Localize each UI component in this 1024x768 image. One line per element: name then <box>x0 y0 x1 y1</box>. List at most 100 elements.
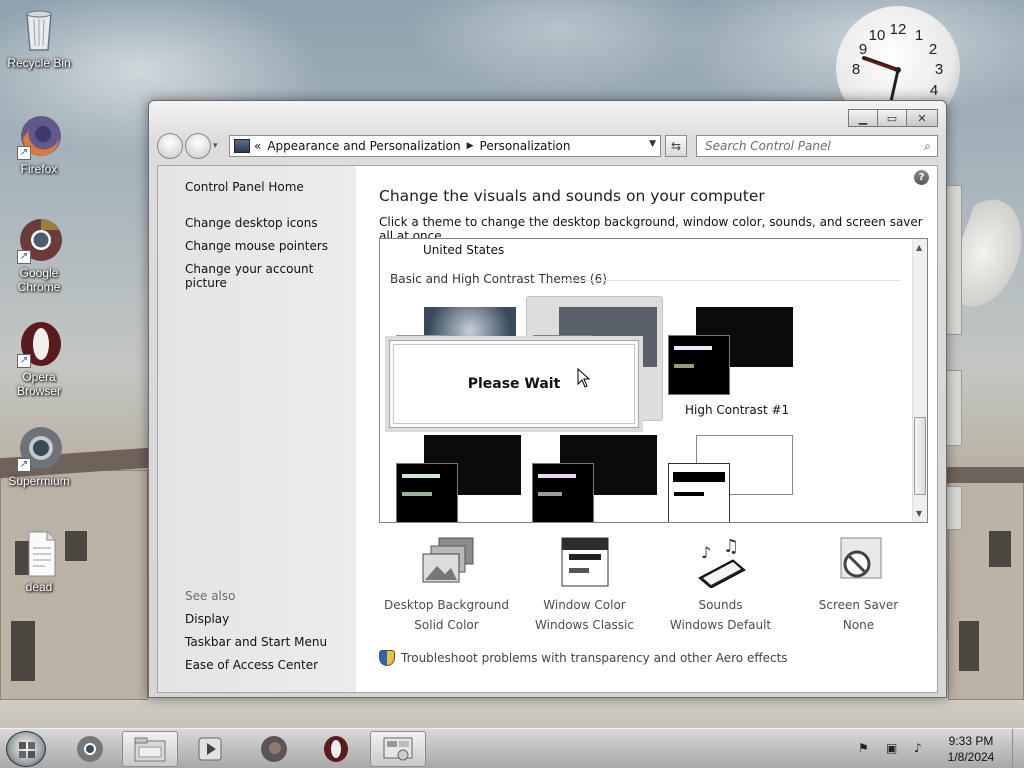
scroll-thumb[interactable] <box>914 417 926 495</box>
theme-high-contrast-black[interactable] <box>532 435 660 522</box>
theme-high-contrast-white[interactable] <box>668 435 796 522</box>
desktop-background-tile[interactable]: Desktop Background Solid Color <box>379 536 514 632</box>
control-panel-home-link[interactable]: Control Panel Home <box>185 180 304 194</box>
svg-text:12: 12 <box>890 21 907 38</box>
tile-line2: Windows Default <box>669 618 772 632</box>
desktop-icon-label: Google Chrome <box>17 266 61 294</box>
media-player-icon <box>198 737 222 761</box>
address-bar[interactable]: « Appearance and Personalization ▶ Perso… <box>229 135 661 157</box>
sidebar: Control Panel Home Change desktop icons … <box>158 166 356 692</box>
desktop-icon-recycle-bin[interactable]: Recycle Bin <box>2 6 76 70</box>
start-button[interactable] <box>6 731 46 767</box>
network-icon[interactable]: ▣ <box>886 741 902 757</box>
breadcrumb-separator-icon[interactable]: ▶ <box>467 141 474 151</box>
gadget-edge <box>946 370 962 446</box>
taskbar-explorer[interactable] <box>122 731 178 767</box>
svg-text:♫: ♫ <box>723 536 739 557</box>
ease-of-access-link[interactable]: Ease of Access Center <box>185 658 318 672</box>
desktop-icon-dead[interactable]: dead <box>2 530 76 594</box>
breadcrumb-personalization[interactable]: Personalization <box>480 139 571 153</box>
system-tray: ⚑ ▣ ♪ 9:33 PM 1/8/2024 <box>852 729 1024 768</box>
svg-text:♪: ♪ <box>701 543 711 562</box>
action-center-icon[interactable]: ⚑ <box>858 741 874 757</box>
chrome-icon: ↗ <box>15 216 63 264</box>
back-button[interactable] <box>157 133 183 159</box>
svg-text:4: 4 <box>930 82 938 99</box>
close-button[interactable]: ✕ <box>906 109 938 127</box>
change-desktop-icons-link[interactable]: Change desktop icons <box>185 216 318 230</box>
taskbar-control-panel[interactable] <box>370 731 426 767</box>
address-overflow[interactable]: « <box>254 139 261 153</box>
sounds-tile[interactable]: ♪ ♫ Sounds Windows Default <box>653 536 788 632</box>
tile-line2: Windows Classic <box>535 618 634 632</box>
desktop-icon-google-chrome[interactable]: ↗ Google Chrome <box>2 216 76 294</box>
volume-muted-icon[interactable]: ♪ <box>914 741 930 757</box>
screen-saver-tile[interactable]: Screen Saver None <box>791 536 926 632</box>
svg-text:3: 3 <box>935 61 943 78</box>
minimize-icon: ▁ <box>858 111 868 125</box>
theme-list[interactable]: United States Basic and High Contrast Th… <box>379 238 928 523</box>
taskbar-opera[interactable] <box>308 731 364 767</box>
search-icon[interactable]: ⌕ <box>924 139 931 154</box>
shortcut-arrow-icon: ↗ <box>17 250 31 264</box>
desktop-icon-label: Opera Browser <box>16 370 61 398</box>
tile-line1: Sounds <box>698 598 743 612</box>
shortcut-arrow-icon: ↗ <box>17 458 31 472</box>
shield-icon <box>379 650 395 666</box>
theme-high-contrast-2[interactable] <box>396 435 524 522</box>
theme-list-scrollbar[interactable]: ▲ ▼ <box>912 239 927 522</box>
change-account-picture-link[interactable]: Change your account picture <box>185 262 356 290</box>
maximize-button[interactable]: ▭ <box>877 109 907 127</box>
screen-saver-icon <box>831 536 887 588</box>
tile-line1: Window Color <box>543 598 626 612</box>
display-link[interactable]: Display <box>185 612 229 626</box>
recent-pages-dropdown[interactable]: ▾ <box>213 141 218 151</box>
refresh-icon: ⇆ <box>670 139 682 153</box>
sounds-icon: ♪ ♫ <box>693 536 749 589</box>
main-panel: ? Change the visuals and sounds on your … <box>356 166 937 692</box>
troubleshoot-text: Troubleshoot problems with transparency … <box>401 651 788 665</box>
taskbar: ⚑ ▣ ♪ 9:33 PM 1/8/2024 <box>0 728 1024 768</box>
theme-label-united-states[interactable]: United States <box>423 243 504 257</box>
mouse-cursor-icon <box>577 368 591 388</box>
desktop-icon-label: Recycle Bin <box>7 56 71 70</box>
close-icon: ✕ <box>917 111 927 125</box>
shortcut-arrow-icon: ↗ <box>17 146 31 160</box>
theme-high-contrast-1[interactable] <box>668 307 796 397</box>
windows-logo-icon <box>19 742 35 758</box>
svg-text:1: 1 <box>915 27 923 44</box>
forward-button[interactable] <box>185 133 211 159</box>
opera-icon <box>324 736 348 762</box>
gadget-edge <box>946 486 962 530</box>
help-icon[interactable]: ? <box>914 170 929 185</box>
taskbar-start-menu-link[interactable]: Taskbar and Start Menu <box>185 635 327 649</box>
desktop-icon-opera[interactable]: ↗ Opera Browser <box>2 320 76 398</box>
show-desktop-button[interactable] <box>1012 729 1024 768</box>
tray-clock[interactable]: 9:33 PM 1/8/2024 <box>936 733 1006 765</box>
taskbar-firefox[interactable] <box>246 731 302 767</box>
desktop-background-icon <box>419 536 475 588</box>
svg-text:8: 8 <box>852 61 860 78</box>
tile-line1: Desktop Background <box>384 598 509 612</box>
taskbar-media-player[interactable] <box>182 731 238 767</box>
troubleshoot-link[interactable]: Troubleshoot problems with transparency … <box>379 650 788 666</box>
window-color-tile[interactable]: Window Color Windows Classic <box>517 536 652 632</box>
theme-window-preview <box>668 335 730 395</box>
desktop-icon-supermium[interactable]: ↗ Supermium <box>2 424 76 488</box>
personalization-window: ▁ ▭ ✕ ▾ « Appearance and Personalization… <box>148 100 947 698</box>
refresh-button[interactable]: ⇆ <box>665 135 687 157</box>
breadcrumb-appearance[interactable]: Appearance and Personalization <box>267 139 460 153</box>
change-mouse-pointers-link[interactable]: Change mouse pointers <box>185 239 328 253</box>
gadget-edge <box>946 185 962 335</box>
desktop-icon-firefox[interactable]: ↗ Firefox <box>2 112 76 176</box>
scroll-up-icon[interactable]: ▲ <box>916 243 922 252</box>
minimize-button[interactable]: ▁ <box>848 109 878 127</box>
page-title: Change the visuals and sounds on your co… <box>379 187 765 205</box>
search-input[interactable]: Search Control Panel ⌕ <box>696 135 938 157</box>
control-panel-icon <box>383 737 413 761</box>
scroll-down-icon[interactable]: ▼ <box>916 509 922 518</box>
supermium-icon: ↗ <box>15 424 63 472</box>
taskbar-chrome[interactable] <box>62 731 118 767</box>
address-dropdown-icon[interactable]: ▼ <box>649 139 656 149</box>
theme-label-high-contrast-1[interactable]: High Contrast #1 <box>685 403 789 417</box>
